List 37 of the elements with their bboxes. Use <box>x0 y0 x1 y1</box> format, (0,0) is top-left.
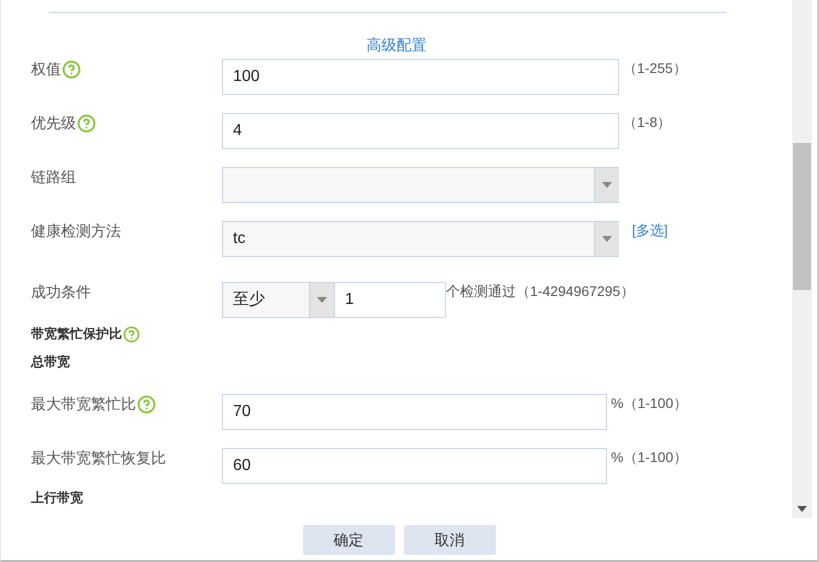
multi-select-link[interactable]: [多选] <box>632 222 668 240</box>
text-field[interactable]: 60 <box>222 448 607 484</box>
section-title: 高级配置 <box>366 36 428 56</box>
text-field[interactable]: 100 <box>222 59 619 95</box>
cancel-button[interactable]: 取消 <box>404 525 496 555</box>
field-label: 最大带宽繁忙比 <box>31 395 136 414</box>
dropdown[interactable] <box>222 167 619 203</box>
field-label: 权值 <box>31 60 61 79</box>
field-label: 优先级 <box>31 114 76 133</box>
dropdown[interactable]: 至少 <box>222 282 334 318</box>
range-hint: （1-8） <box>623 114 672 132</box>
caret-icon <box>317 297 327 303</box>
scroll-down-icon[interactable] <box>797 506 807 512</box>
help-icon[interactable] <box>77 114 96 133</box>
range-hint: %（1-100） <box>611 395 688 413</box>
help-icon[interactable] <box>137 395 156 414</box>
help-icon[interactable] <box>123 326 140 342</box>
help-icon[interactable] <box>62 60 81 79</box>
caret-icon <box>602 182 612 188</box>
field-label: 健康检测方法 <box>31 222 121 241</box>
field-label: 链路组 <box>31 168 76 187</box>
field-label: 最大带宽繁忙恢复比 <box>31 449 166 468</box>
scrollbar-thumb[interactable] <box>793 142 811 290</box>
field-label: 带宽繁忙保护比 <box>31 325 122 343</box>
caret-icon <box>602 236 612 242</box>
dropdown[interactable]: tc <box>222 221 619 257</box>
field-label: 总带宽 <box>31 353 70 371</box>
range-hint: 个检测通过（1-4294967295） <box>446 283 634 301</box>
text-field[interactable]: 4 <box>222 113 619 149</box>
field-label: 上行带宽 <box>31 489 83 507</box>
range-hint: （1-255） <box>623 60 687 78</box>
text-field[interactable]: 70 <box>222 394 607 430</box>
range-hint: %（1-100） <box>611 449 688 467</box>
count-field[interactable]: 1 <box>334 282 446 318</box>
confirm-button[interactable]: 确定 <box>302 525 394 555</box>
field-label: 成功条件 <box>31 283 91 302</box>
scrollbar[interactable] <box>792 0 812 518</box>
